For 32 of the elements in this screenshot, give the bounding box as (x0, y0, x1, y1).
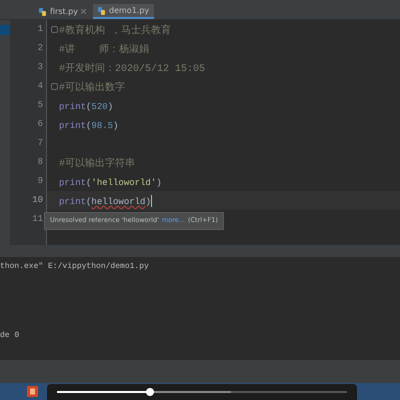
line-number: 8 (36, 156, 44, 169)
code-comment: #教育机构 ，马士兵教育 (59, 24, 172, 39)
python-file-icon (98, 6, 106, 14)
code-line: print(helloworld) (59, 196, 151, 209)
presentation-app-icon[interactable] (27, 386, 38, 397)
line-number: 9 (36, 175, 44, 188)
python-file-icon (39, 8, 47, 16)
fold-icon[interactable] (51, 83, 58, 90)
line-number: 5 (36, 99, 44, 112)
line-number: 4 (36, 80, 44, 93)
line-number: 3 (36, 61, 44, 74)
code-line: print(98.5) (59, 120, 118, 133)
code-comment: #开发时间：2020/5/12 15:05 (59, 62, 206, 77)
code-comment: #可以输出数字 (59, 80, 126, 96)
console-line: thon.exe" E:/vippython/demo1.py (0, 261, 150, 273)
line-number: 2 (36, 42, 44, 55)
slider-thumb[interactable] (146, 388, 154, 396)
code-line: print('helloworld') (59, 177, 162, 190)
line-number: 10 (31, 194, 44, 207)
line-number: 1 (36, 23, 44, 36)
project-panel-selection (0, 25, 10, 35)
close-icon[interactable] (81, 9, 86, 14)
file-tab[interactable]: demo1.py (93, 4, 154, 19)
console-line: de 0 (0, 330, 20, 342)
line-number: 11 (31, 213, 44, 226)
text-cursor (150, 194, 152, 206)
fold-icon[interactable] (51, 26, 58, 33)
code-comment: #可以输出字符串 (59, 156, 136, 172)
code-comment: #讲 师：杨淑娟 (59, 42, 150, 58)
line-number: 6 (36, 118, 44, 131)
code-line: print(520) (59, 101, 114, 114)
line-number: 7 (36, 137, 44, 150)
